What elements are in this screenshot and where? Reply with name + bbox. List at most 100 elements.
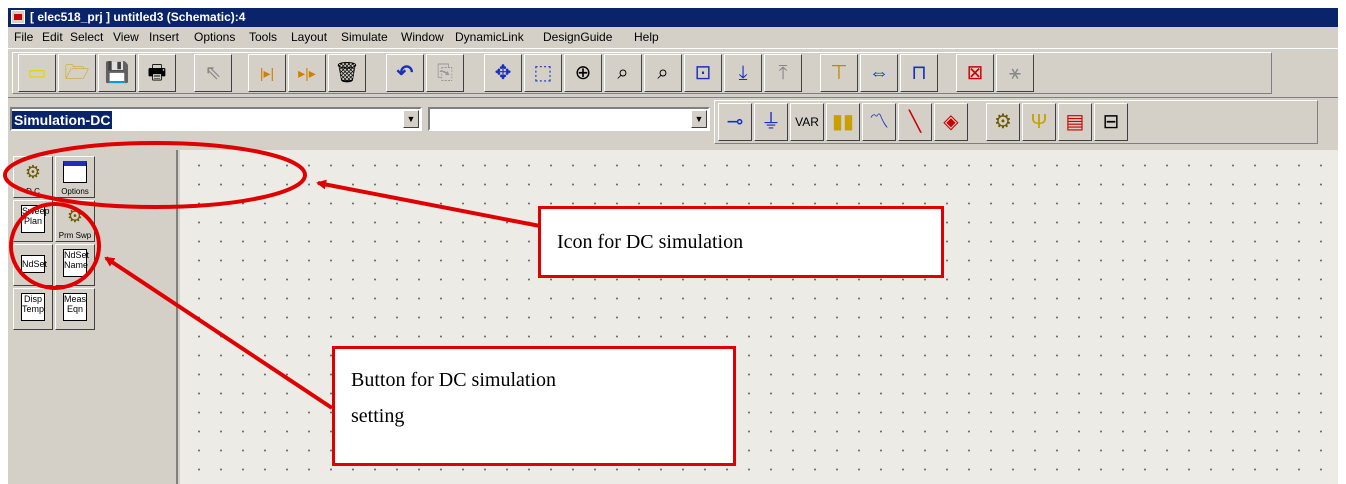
menu-select[interactable]: Select: [70, 30, 103, 44]
window-title: [ elec518_prj ] untitled3 (Schematic):4: [30, 10, 246, 24]
wire-button[interactable]: ╲: [898, 103, 932, 141]
deactivate-button[interactable]: ⊠: [956, 54, 994, 92]
wand-icon: ⚹: [1009, 62, 1021, 84]
gear-icon: ⚙: [994, 111, 1012, 133]
icon-callout-text: Icon for DC simulation: [557, 231, 744, 253]
tuning-fork-icon: Ψ: [1030, 111, 1048, 133]
caption-strip: [0, 0, 1346, 8]
component-search-combo[interactable]: ▼: [428, 107, 710, 131]
component-palette: ⚙ D C Options Sweep Plan ⚙ Prm Swp NdSet…: [8, 150, 178, 484]
cursor-arrow-icon: ⇖: [204, 62, 222, 84]
name-icon: ◈: [943, 111, 959, 133]
palette-ndset-button[interactable]: NdSet: [13, 244, 53, 286]
palette-ndset-name-button[interactable]: NdSet Name: [55, 244, 95, 286]
move-button[interactable]: ✥: [484, 54, 522, 92]
port-button[interactable]: ⇔: [860, 54, 898, 92]
menu-view[interactable]: View: [113, 30, 139, 44]
push-into-button[interactable]: ⤓: [724, 54, 762, 92]
ndset-icon: NdSet: [21, 255, 47, 273]
var-icon: VAR: [795, 115, 819, 129]
zoom-in-button[interactable]: ⊕: [564, 54, 602, 92]
netlist-button[interactable]: ⊟: [1094, 103, 1128, 141]
palette-dc-button[interactable]: ⚙ D C: [13, 156, 53, 198]
menu-options[interactable]: Options: [194, 30, 235, 44]
menu-simulate[interactable]: Simulate: [341, 30, 388, 44]
title-bar[interactable]: [ elec518_prj ] untitled3 (Schematic):4: [8, 8, 1338, 27]
ndset-name-icon: NdSet Name: [63, 249, 89, 277]
menu-edit[interactable]: Edit: [42, 30, 63, 44]
open-button[interactable]: 🗁: [58, 54, 96, 92]
palette-options-button[interactable]: Options: [55, 156, 95, 198]
tuning-button[interactable]: ⚹: [996, 54, 1034, 92]
undo-icon: ↶: [396, 62, 414, 84]
palette-sweep-plan-button[interactable]: Sweep Plan: [13, 200, 53, 242]
chevron-down-icon[interactable]: ▼: [403, 110, 419, 128]
zoom-out-icon: ⌕: [657, 62, 669, 84]
menu-layout[interactable]: Layout: [291, 30, 327, 44]
menu-help[interactable]: Help: [634, 30, 659, 44]
zoom-point-out-button[interactable]: ⌕: [644, 54, 682, 92]
port-pin-button[interactable]: ⊸: [718, 103, 752, 141]
pop-out-icon: ⤒: [778, 62, 788, 84]
pop-out-button[interactable]: ⤒: [764, 54, 802, 92]
menu-designguide[interactable]: DesignGuide: [543, 30, 612, 44]
menu-tools[interactable]: Tools: [249, 30, 277, 44]
netlist-icon: ⊟: [1102, 111, 1120, 133]
ground-icon: ⏚: [761, 111, 781, 133]
select-button[interactable]: ⇖: [194, 54, 232, 92]
insert-ground-button[interactable]: ⊤: [820, 54, 858, 92]
palette-label: Prm Swp: [58, 231, 92, 240]
wire-label-button[interactable]: ◈: [934, 103, 968, 141]
insert-wire-icon: |▸|: [259, 65, 275, 81]
port-icon: ⇔: [869, 62, 889, 84]
button-callout: Button for DC simulation setting: [332, 346, 736, 466]
component-library-combo[interactable]: Simulation-DC ▼: [10, 107, 422, 131]
delete-button[interactable]: 🗑: [328, 54, 366, 92]
menu-bar: File Edit Select View Insert Options Too…: [8, 27, 1338, 47]
folder-open-icon: 🗁: [64, 62, 90, 84]
dc-simulate-button[interactable]: ⚙: [986, 103, 1020, 141]
pin-icon: ⊸: [726, 111, 744, 133]
palette-disp-temp-button[interactable]: Disp Temp: [13, 288, 53, 330]
component-library-value: Simulation-DC: [12, 111, 113, 129]
display-template-button[interactable]: 〽: [862, 103, 896, 141]
undo-button[interactable]: ↶: [386, 54, 424, 92]
palette-meas-eqn-button[interactable]: Meas Eqn: [55, 288, 95, 330]
zoom-point-in-button[interactable]: ⌕: [604, 54, 642, 92]
menu-window[interactable]: Window: [401, 30, 444, 44]
zoom-area-button[interactable]: ⬚: [524, 54, 562, 92]
menu-dynamiclink[interactable]: DynamicLink: [455, 30, 524, 44]
menu-file[interactable]: File: [14, 30, 33, 44]
palette-param-sweep-button[interactable]: ⚙ Prm Swp: [55, 200, 95, 242]
fit-view-icon: ⊡: [694, 62, 712, 84]
zoom-in-icon: ⊕: [574, 62, 592, 84]
menu-insert[interactable]: Insert: [149, 30, 179, 44]
data-display-icon: ▤: [1065, 111, 1085, 133]
fit-view-button[interactable]: ⊡: [684, 54, 722, 92]
zoom-area-icon: ⬚: [533, 62, 553, 84]
insert-pin-button[interactable]: ▸|▸: [288, 54, 326, 92]
data-display-button[interactable]: ▤: [1058, 103, 1092, 141]
var-eqn-button[interactable]: VAR: [790, 103, 824, 141]
save-button[interactable]: 💾: [98, 54, 136, 92]
redo-button[interactable]: ⎘: [426, 54, 464, 92]
insert-pin-icon: ▸|▸: [298, 65, 316, 81]
tune-button[interactable]: Ψ: [1022, 103, 1056, 141]
print-button[interactable]: 🖶: [138, 54, 176, 92]
button-callout-line2: setting: [351, 405, 405, 427]
chevron-down-icon[interactable]: ▼: [691, 110, 707, 128]
new-icon: ▭: [27, 62, 47, 84]
ground-button[interactable]: ⏚: [754, 103, 788, 141]
push-into-icon: ⤓: [738, 62, 748, 84]
gear-icon: ⚙: [66, 206, 84, 226]
component-button[interactable]: ⊓: [900, 54, 938, 92]
meas-eqn-icon: Meas Eqn: [63, 293, 87, 321]
sweep-plan-icon: Sweep Plan: [21, 205, 50, 233]
redo-icon: ⎘: [437, 62, 453, 84]
insert-graph-button[interactable]: ▮▮: [826, 103, 860, 141]
insert-wire-button[interactable]: |▸|: [248, 54, 286, 92]
zoom-point-icon: ⌕: [617, 62, 629, 84]
palette-label: D C: [26, 187, 40, 196]
new-button[interactable]: ▭: [18, 54, 56, 92]
printer-icon: 🖶: [147, 62, 167, 84]
